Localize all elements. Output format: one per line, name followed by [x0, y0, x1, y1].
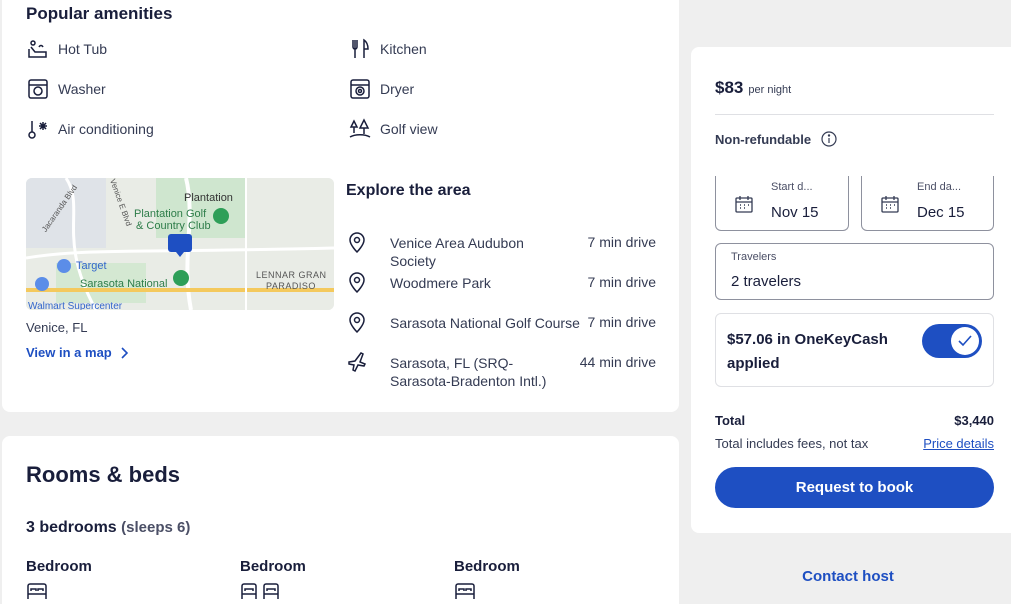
- map-label-club: Plantation Golf: [134, 208, 207, 220]
- start-date-field[interactable]: Start d... Nov 15: [715, 176, 849, 231]
- bed-icon: [26, 582, 48, 600]
- refund-policy: Non-refundable: [715, 131, 837, 147]
- refund-label: Non-refundable: [715, 131, 812, 147]
- start-date-label: Start d...: [771, 181, 813, 193]
- amenity-hot-tub: Hot Tub: [26, 37, 107, 61]
- amenity-label: Washer: [58, 81, 106, 97]
- rooms-subtitle: 3 bedrooms (sleeps 6): [26, 519, 190, 537]
- amenity-label: Dryer: [380, 81, 415, 97]
- request-to-book-button[interactable]: Request to book: [715, 467, 994, 508]
- map-label-plantation: Plantation: [184, 192, 233, 204]
- map-label-paradiso: PARADISO: [266, 281, 316, 291]
- bed-icons: [26, 582, 48, 600]
- location-pin-icon: [346, 270, 370, 294]
- place-distance: 7 min drive: [587, 274, 656, 290]
- amenity-label: Golf view: [380, 121, 438, 137]
- place-name: Sarasota, FL (SRQ-Sarasota-Bradenton Int…: [390, 355, 547, 389]
- per-night-label: per night: [748, 84, 792, 96]
- washer-icon: [26, 77, 50, 101]
- calendar-icon: [734, 194, 754, 214]
- map-label-sarasota-national: Sarasota National: [80, 278, 168, 290]
- place-distance: 44 min drive: [579, 354, 656, 370]
- chevron-right-icon: [120, 346, 128, 359]
- map-label-club-2: & Country Club: [136, 220, 211, 232]
- onekeycash-text: $57.06 in OneKeyCash applied: [727, 331, 888, 372]
- place-name: Sarasota National Golf Course: [390, 315, 580, 331]
- bed-icons: [454, 582, 476, 600]
- amenity-label: Air conditioning: [58, 121, 154, 137]
- end-date-value: Dec 15: [917, 204, 965, 221]
- view-in-map-label: View in a map: [26, 345, 112, 360]
- price-details-link[interactable]: Price details: [900, 436, 994, 451]
- end-date-label: End da...: [917, 181, 962, 193]
- onekeycash-box: $57.06 in OneKeyCash applied: [715, 313, 994, 387]
- amenity-washer: Washer: [26, 77, 106, 101]
- explore-title: Explore the area: [346, 182, 471, 199]
- travelers-field[interactable]: Travelers 2 travelers: [715, 243, 994, 300]
- amenity-label: Kitchen: [380, 41, 427, 57]
- onekeycash-toggle[interactable]: [922, 324, 982, 358]
- place-distance: 7 min drive: [587, 234, 656, 250]
- checkmark-icon: [958, 335, 972, 347]
- amenity-kitchen: Kitchen: [348, 37, 427, 61]
- end-date-field[interactable]: End da... Dec 15: [861, 176, 994, 231]
- start-date-value: Nov 15: [771, 204, 819, 221]
- hot-tub-icon: [26, 37, 50, 61]
- bed-icon: [454, 582, 476, 600]
- total-value: $3,440: [954, 413, 994, 428]
- fees-note: Total includes fees, not tax: [715, 436, 869, 451]
- calendar-icon: [880, 194, 900, 214]
- travelers-label: Travelers: [731, 251, 777, 263]
- map-location: Venice, FL: [26, 320, 88, 335]
- bedroom-label: Bedroom: [26, 558, 92, 575]
- divider: [715, 114, 994, 115]
- bedroom-label: Bedroom: [240, 558, 306, 575]
- place-name: Woodmere Park: [390, 275, 491, 291]
- place-distance: 7 min drive: [587, 314, 656, 330]
- amenity-dryer: Dryer: [348, 77, 414, 101]
- map-thumbnail[interactable]: Plantation Plantation Golf & Country Clu…: [26, 178, 334, 310]
- airplane-icon: [346, 350, 370, 374]
- dryer-icon: [348, 77, 372, 101]
- location-pin-icon: [346, 310, 370, 334]
- amenities-title: Popular amenities: [26, 4, 173, 23]
- map-label-target: Target: [76, 260, 107, 272]
- rooms-title: Rooms & beds: [26, 462, 181, 487]
- kitchen-icon: [348, 37, 372, 61]
- amenity-label: Hot Tub: [58, 41, 108, 57]
- sleeps-count: (sleeps 6): [121, 519, 191, 536]
- nightly-price: $83 per night: [715, 78, 791, 98]
- bed-icon: [262, 582, 280, 600]
- contact-host-link[interactable]: Contact host: [715, 568, 981, 585]
- amenity-golf-view: Golf view: [348, 117, 438, 141]
- golf-view-icon: [348, 117, 372, 141]
- toggle-knob: [951, 327, 979, 355]
- bed-icon: [240, 582, 258, 600]
- info-icon[interactable]: [821, 131, 837, 147]
- air-conditioning-icon: [26, 117, 50, 141]
- location-pin-icon: [346, 230, 370, 254]
- travelers-value: 2 travelers: [731, 273, 802, 290]
- place-name: Venice Area Audubon Society: [390, 235, 524, 269]
- map-label-walmart: Walmart Supercenter: [28, 301, 123, 310]
- view-in-map-link[interactable]: View in a map: [26, 345, 128, 360]
- map-label-lennar: LENNAR GRAN: [256, 270, 327, 280]
- amenity-air-conditioning: Air conditioning: [26, 117, 154, 141]
- price-value: $83: [715, 78, 744, 97]
- total-label: Total: [715, 413, 746, 428]
- bedroom-count: 3 bedrooms: [26, 519, 117, 536]
- bed-icons: [240, 582, 280, 600]
- bedroom-label: Bedroom: [454, 558, 520, 575]
